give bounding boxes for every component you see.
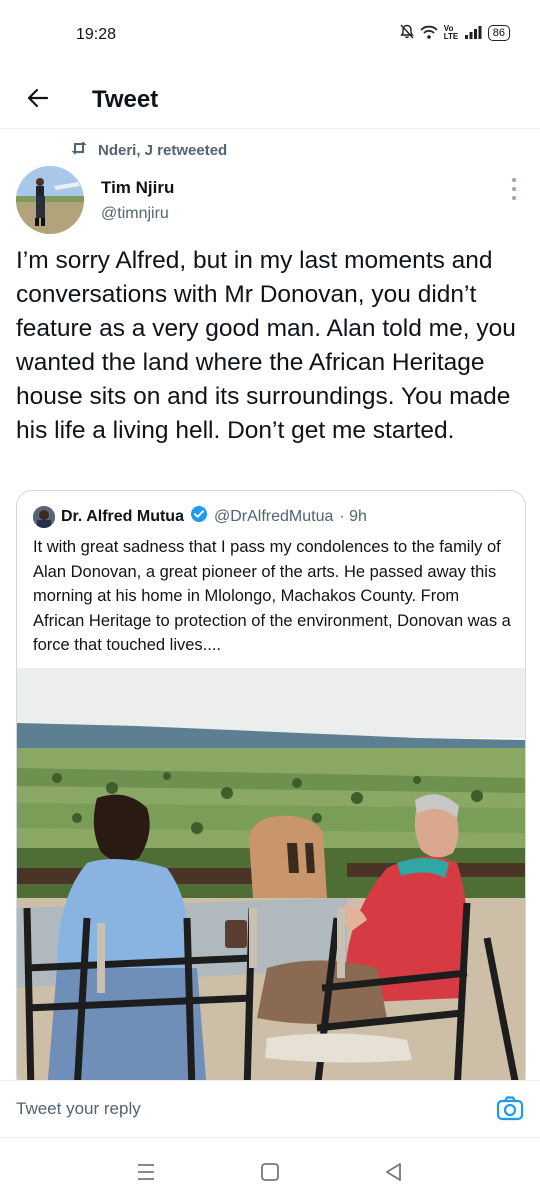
menu-lines-icon[interactable]: [134, 1164, 158, 1188]
triangle-back-icon[interactable]: [382, 1163, 406, 1188]
network-label: Vo LTE: [443, 24, 459, 41]
wifi-icon: [420, 25, 438, 42]
recent-apps-button[interactable]: [134, 1160, 158, 1184]
avatar[interactable]: [16, 166, 84, 234]
quoted-author-name: Dr. Alfred Mutua: [61, 507, 184, 525]
mute-bell-icon: [400, 24, 414, 42]
home-button[interactable]: [258, 1160, 282, 1184]
back-button[interactable]: [18, 80, 58, 120]
author-name[interactable]: Tim Njiru: [101, 178, 174, 198]
tweet-text: I’m sorry Alfred, but in my last moments…: [16, 247, 516, 444]
status-time: 19:28: [76, 26, 117, 43]
system-nav-bar: [0, 1140, 540, 1200]
status-icons: Vo LTE 86: [400, 24, 510, 42]
more-options-button[interactable]: [508, 178, 520, 200]
header-bar: Tweet: [0, 72, 540, 129]
more-dot: [512, 187, 516, 191]
signal-icon: [464, 25, 482, 42]
reply-bar: [0, 1080, 540, 1138]
arrow-left-icon[interactable]: [26, 86, 50, 115]
camera-button[interactable]: [496, 1095, 524, 1123]
verified-badge-icon: [190, 505, 208, 528]
page-title: Tweet: [92, 86, 159, 113]
reply-input[interactable]: [16, 1095, 456, 1123]
retweet-indicator[interactable]: Nderi, J retweeted: [70, 141, 227, 159]
quoted-tweet-header: Dr. Alfred Mutua @DrAlfredMutua · 9h: [33, 505, 367, 528]
quoted-tweet-card[interactable]: Dr. Alfred Mutua @DrAlfredMutua · 9h It …: [16, 490, 526, 1092]
quoted-tweet-photo[interactable]: [17, 668, 525, 1091]
more-dot: [512, 196, 516, 200]
quoted-tweet-time: · 9h: [339, 507, 367, 525]
quoted-author-handle: @DrAlfredMutua: [213, 507, 334, 525]
square-icon[interactable]: [258, 1163, 282, 1188]
camera-icon[interactable]: [496, 1096, 524, 1127]
retweeted-by-label: Nderi, J retweeted: [98, 141, 228, 159]
status-bar: 19:28 Vo LTE 86: [0, 0, 540, 72]
system-back-button[interactable]: [382, 1160, 406, 1184]
quoted-tweet-text: It with great sadness that I pass my con…: [33, 538, 511, 654]
retweet-icon: [70, 141, 88, 159]
author-handle[interactable]: @timnjiru: [101, 205, 169, 223]
more-dot: [512, 178, 516, 182]
battery-indicator: 86: [487, 25, 510, 41]
quoted-author-avatar: [33, 505, 55, 528]
